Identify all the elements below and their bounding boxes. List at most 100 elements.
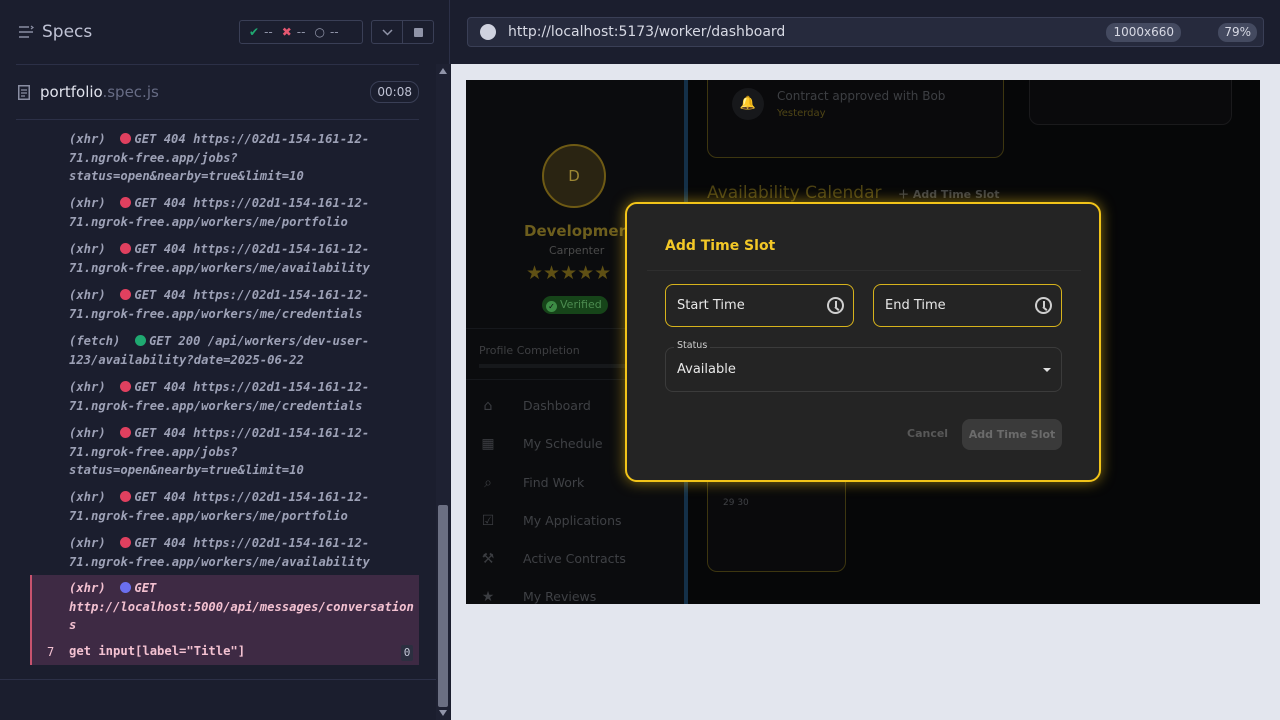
cancel-button[interactable]: Cancel [907, 427, 948, 440]
x-icon: ✖ [281, 25, 292, 39]
calendar-add-button[interactable]: ＋ Add Time Slot [898, 186, 999, 202]
status-dot-icon [120, 427, 132, 438]
log-entry[interactable]: (xhr) GET 404 https://02d1-154-161-12- 71… [69, 488, 414, 525]
status-dot-icon [120, 491, 132, 502]
specs-toggle[interactable]: Specs [18, 20, 92, 44]
scrollbar[interactable] [436, 64, 450, 720]
status-dot-icon [120, 197, 132, 208]
chevron-down-icon [381, 28, 393, 36]
runner-panel: Specs ✔ -- ✖ -- ○ -- portfolio.spec.js 00:0… [0, 0, 450, 720]
status-dot-icon [120, 381, 132, 392]
command-count-badge: 0 [401, 645, 413, 661]
log-entry-text: GET 404 https://02d1-154-161-12- [134, 196, 370, 210]
log-entry-text: GET 404 https://02d1-154-161-12- [134, 426, 370, 440]
log-entry[interactable]: (xhr) GET 404 https://02d1-154-161-12- 71… [69, 378, 414, 415]
log-entry-type: (xhr) [69, 288, 106, 302]
check-icon: ✓ [546, 301, 557, 312]
gavel-icon: ⚒ [481, 551, 495, 567]
nav-item-my-reviews[interactable]: ★ My Reviews [466, 579, 684, 604]
nav-item-label: Find Work [523, 475, 585, 490]
url-bar-area: http://localhost:5173/worker/dashboard 1… [451, 0, 1280, 64]
url-bar[interactable]: http://localhost:5173/worker/dashboard 1… [467, 17, 1264, 47]
profile-role: Carpenter [549, 244, 605, 257]
start-time-label: Start Time [677, 298, 745, 313]
log-entry-text: 71.ngrok-free.app/jobs? [69, 444, 238, 459]
stop-icon [413, 27, 423, 37]
add-time-slot-button[interactable]: Add Time Slot [962, 419, 1062, 450]
log-entry[interactable]: (xhr) GET 404 https://02d1-154-161-12- 71… [69, 286, 414, 323]
status-dot-icon [135, 335, 147, 346]
notification-time: Yesterday [777, 108, 826, 119]
menu-icon [19, 25, 34, 38]
app-preview-panel: http://localhost:5173/worker/dashboard 1… [451, 0, 1280, 720]
failed-count: ✖ -- [281, 25, 306, 39]
nav-item-my-applications[interactable]: ☑ My Applications [466, 503, 684, 539]
active-command[interactable]: (xhr) GET http://localhost:5000/api/messa… [30, 575, 419, 665]
profile-completion-label: Profile Completion [479, 344, 580, 357]
scrollbar-thumb[interactable] [438, 505, 448, 707]
log-entry-type: (fetch) [69, 334, 121, 348]
nav-item-label: My Schedule [523, 436, 603, 451]
calendar-days: 29 30 [723, 498, 749, 508]
scroll-up-arrow-icon[interactable] [439, 68, 447, 74]
log-entry-type: (xhr) [69, 132, 106, 146]
log-entry-text: status=open&nearby=true&limit=10 [69, 169, 304, 183]
log-entry-type: (xhr) [69, 536, 106, 550]
log-entry-type: (xhr) [69, 196, 106, 210]
log-entry-text: 71.ngrok-free.app/workers/me/portfolio [69, 508, 348, 523]
log-entry-text: 71.ngrok-free.app/workers/me/availabilit… [69, 260, 370, 275]
clipboard-check-icon: ☑ [481, 513, 495, 529]
start-time-field[interactable]: Start Time [665, 284, 854, 327]
document-icon [18, 85, 30, 100]
log-entry-type: (xhr) [69, 581, 106, 595]
status-label: Status [674, 340, 711, 351]
log-entry-text: 71.ngrok-free.app/jobs? [69, 150, 238, 165]
log-entry-type: (xhr) [69, 490, 106, 504]
log-entry-type: (xhr) [69, 242, 106, 256]
stop-button[interactable] [402, 20, 434, 44]
spinner-icon: ○ [314, 25, 325, 39]
status-dot-icon [120, 537, 132, 548]
log-entry-text: s [69, 618, 77, 632]
nav-item-label: My Applications [523, 513, 622, 528]
log-entry[interactable]: (xhr) GET 404 https://02d1-154-161-12- 71… [69, 424, 414, 480]
spec-file-row[interactable]: portfolio.spec.js 00:08 [16, 64, 419, 120]
clock-icon[interactable] [1035, 297, 1052, 314]
log-entry-type: (xhr) [69, 380, 106, 394]
log-entry-text: http://localhost:5000/api/messages/conve… [69, 599, 414, 614]
chevron-down-button[interactable] [371, 20, 403, 44]
url-text[interactable]: http://localhost:5173/worker/dashboard [508, 24, 785, 40]
log-entry-text: GET 200 /api/workers/dev-user- [149, 334, 370, 348]
clock-icon[interactable] [827, 297, 844, 314]
status-select[interactable]: Status Available [665, 340, 1062, 392]
scroll-down-arrow-icon[interactable] [439, 710, 447, 716]
log-entry[interactable]: (xhr) GET 404 https://02d1-154-161-12- 71… [69, 194, 414, 231]
command-log: (xhr) GET 404 https://02d1-154-161-12- 71… [16, 120, 419, 680]
log-entry-text: GET 404 https://02d1-154-161-12- [134, 490, 370, 504]
log-entry[interactable]: (fetch) GET 200 /api/workers/dev-user- 12… [69, 332, 414, 369]
log-entry[interactable]: (xhr) GET 404 https://02d1-154-161-12- 71… [69, 534, 414, 571]
status-dot-icon [120, 582, 132, 593]
log-entry-text: status=open&nearby=true&limit=10 [69, 463, 304, 477]
log-entry[interactable]: (xhr) GET 404 https://02d1-154-161-12- 71… [69, 240, 414, 277]
status-dot-icon [120, 133, 132, 144]
status-value: Available [677, 362, 736, 377]
avatar: D [542, 144, 606, 208]
nav-item-active-contracts[interactable]: ⚒ Active Contracts [466, 541, 684, 577]
log-entry[interactable]: (xhr) GET http://localhost:5000/api/messa… [69, 579, 414, 635]
profile-name: Development [524, 222, 637, 240]
log-entry-type: (xhr) [69, 426, 106, 440]
command-number: 7 [47, 645, 55, 659]
zoom-badge: 79% [1218, 23, 1257, 42]
duration-badge: 00:08 [370, 81, 419, 103]
end-time-field[interactable]: End Time [873, 284, 1062, 327]
log-entry-text: GET 404 https://02d1-154-161-12- [134, 288, 370, 302]
check-icon: ✔ [249, 25, 260, 39]
log-entry-text: 71.ngrok-free.app/workers/me/availabilit… [69, 554, 370, 569]
search-doc-icon: ⌕ [484, 475, 492, 491]
divider [647, 270, 1081, 271]
rating-stars: ★★★★★ [526, 262, 612, 284]
caret-down-icon [1043, 368, 1051, 372]
home-icon: ⌂ [483, 398, 493, 414]
log-entry[interactable]: (xhr) GET 404 https://02d1-154-161-12- 71… [69, 130, 414, 186]
